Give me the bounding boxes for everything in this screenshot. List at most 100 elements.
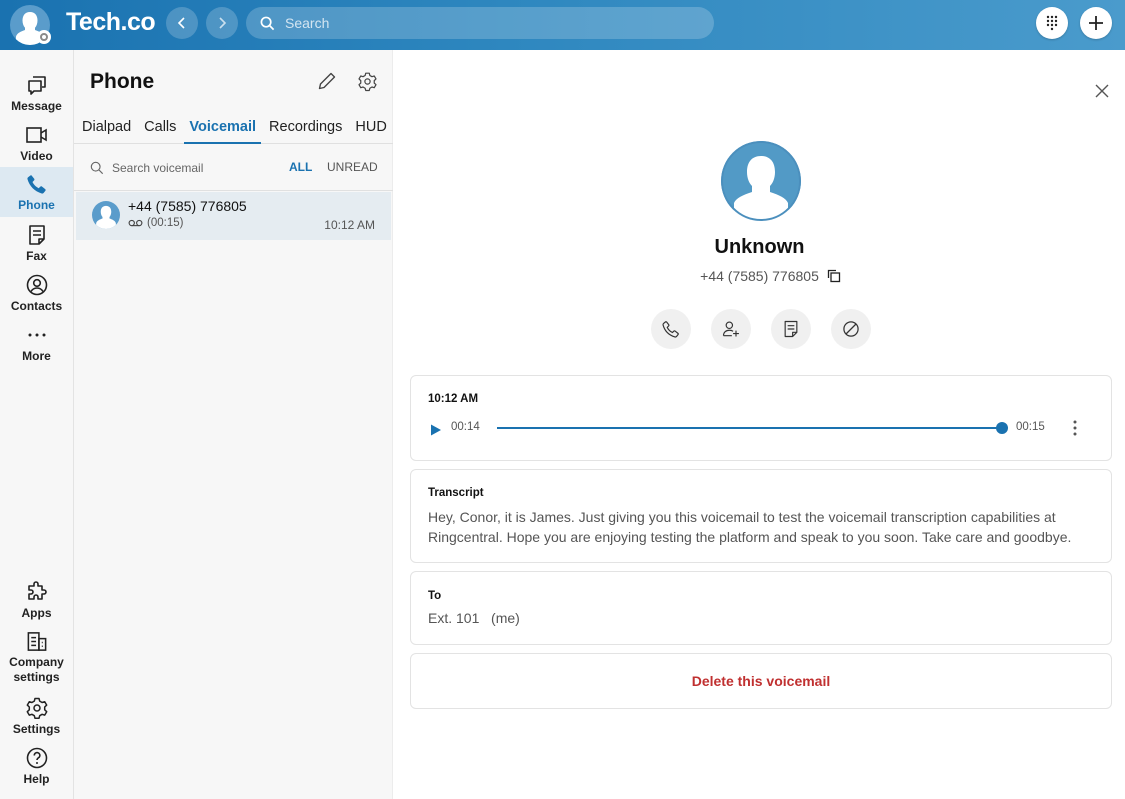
tab-voicemail[interactable]: Voicemail: [184, 114, 262, 144]
help-icon: [26, 747, 47, 769]
more-icon: [28, 333, 45, 337]
forward-button[interactable]: [206, 7, 238, 39]
caller-avatar: [92, 201, 120, 229]
delete-voicemail-button[interactable]: Delete this voicemail: [411, 654, 1111, 708]
recipient-value: Ext. 101 (me): [428, 610, 520, 626]
tab-recordings[interactable]: Recordings: [264, 114, 347, 144]
recipient-label: To: [428, 590, 442, 602]
nav-item-company-settings[interactable]: Company settings: [0, 625, 73, 685]
building-icon: [27, 632, 46, 651]
tab-hud[interactable]: HUD: [350, 114, 391, 144]
voicemail-timestamp: 10:12 AM: [428, 393, 479, 405]
pencil-icon: [318, 72, 336, 90]
add-contact-icon: [722, 321, 739, 337]
fax-icon: [28, 225, 45, 245]
user-silhouette-icon: [95, 205, 117, 229]
left-navigation: Message Video Phone Fax Contacts More Ap…: [0, 50, 74, 799]
nav-label: Contacts: [10, 299, 63, 313]
dialpad-icon: [1046, 15, 1058, 31]
contact-actions: [651, 309, 871, 349]
nav-item-apps[interactable]: Apps: [0, 575, 73, 625]
nav-item-contacts[interactable]: Contacts: [0, 268, 73, 318]
block-button[interactable]: [831, 309, 871, 349]
nav-item-fax[interactable]: Fax: [0, 218, 73, 268]
recipient-card: To Ext. 101 (me): [410, 571, 1112, 645]
tab-calls[interactable]: Calls: [139, 114, 181, 144]
nav-label: Apps: [21, 606, 52, 620]
contact-number-row: +44 (7585) 776805: [394, 268, 1125, 284]
call-button[interactable]: [651, 309, 691, 349]
nav-item-help[interactable]: Help: [0, 741, 73, 791]
message-icon: [27, 76, 46, 95]
nav-item-settings[interactable]: Settings: [0, 691, 73, 741]
user-silhouette-icon: [721, 141, 801, 221]
nav-label: Message: [11, 99, 62, 113]
copy-icon[interactable]: [827, 269, 841, 283]
add-contact-button[interactable]: [711, 309, 751, 349]
nav-item-message[interactable]: Message: [0, 68, 73, 118]
nav-item-video[interactable]: Video: [0, 118, 73, 168]
nav-item-more[interactable]: More: [0, 318, 73, 368]
transcript-card: Transcript Hey, Conor, it is James. Just…: [410, 469, 1112, 563]
voicemail-caller-number: +44 (7585) 776805: [128, 198, 247, 214]
nav-label: Settings: [12, 722, 61, 736]
top-bar: Tech.co: [0, 0, 1125, 50]
close-button[interactable]: [1091, 80, 1113, 102]
video-icon: [25, 127, 47, 143]
compose-button[interactable]: [313, 67, 341, 95]
transcript-text: Hey, Conor, it is James. Just giving you…: [428, 509, 1072, 545]
contact-avatar: [721, 141, 801, 221]
voicemail-detail: Unknown +44 (7585) 776805 10:12 AM 00:14…: [394, 50, 1125, 799]
search-icon: [90, 161, 104, 174]
new-action-button[interactable]: [1080, 7, 1112, 39]
voicemail-time: 10:12 AM: [324, 218, 375, 232]
phone-pane: Phone Dialpad Calls Voicemail Recordings…: [74, 50, 393, 799]
more-vertical-icon[interactable]: [1073, 420, 1077, 436]
nav-label: Phone: [18, 198, 55, 212]
global-search[interactable]: [246, 7, 714, 39]
dialpad-button[interactable]: [1036, 7, 1068, 39]
play-icon[interactable]: [430, 424, 442, 436]
voicemail-icon: [128, 219, 143, 227]
plus-icon: [1089, 16, 1103, 30]
contact-number: +44 (7585) 776805: [700, 268, 819, 284]
global-search-input[interactable]: [285, 15, 685, 31]
puzzle-icon: [27, 581, 47, 600]
filter-all[interactable]: ALL: [289, 160, 312, 174]
brand-name: Tech.co: [66, 8, 156, 36]
contact-name: Unknown: [714, 236, 805, 258]
close-icon: [1095, 84, 1109, 98]
voicemail-search-input[interactable]: [112, 160, 272, 175]
chevron-left-icon: [177, 17, 185, 29]
delete-card: Delete this voicemail: [410, 653, 1112, 709]
back-button[interactable]: [166, 7, 198, 39]
nav-label: Fax: [26, 249, 47, 263]
voicemail-list-item[interactable]: +44 (7585) 776805 (00:15) 10:12 AM: [76, 192, 391, 240]
nav-label: Help: [23, 772, 50, 786]
voicemail-player-card: 10:12 AM 00:14 00:15: [410, 375, 1112, 461]
fax-icon: [784, 320, 798, 338]
send-fax-button[interactable]: [771, 309, 811, 349]
gear-icon: [357, 72, 377, 91]
phone-icon: [26, 175, 46, 194]
gear-icon: [26, 697, 47, 720]
current-time: 00:14: [451, 421, 480, 433]
progress-thumb[interactable]: [996, 422, 1008, 434]
tab-dialpad[interactable]: Dialpad: [77, 114, 136, 144]
block-icon: [843, 321, 859, 337]
total-time: 00:15: [1016, 421, 1045, 433]
nav-label: More: [22, 349, 51, 363]
duration-text: (00:15): [147, 217, 184, 229]
nav-label: Video: [20, 149, 53, 163]
nav-label: Company settings: [9, 655, 64, 684]
pane-title: Phone: [90, 70, 155, 93]
filter-unread[interactable]: UNREAD: [327, 160, 378, 174]
transcript-label: Transcript: [428, 487, 484, 499]
phone-settings-button[interactable]: [353, 67, 381, 95]
search-icon: [260, 16, 275, 30]
nav-item-phone[interactable]: Phone: [0, 167, 73, 217]
progress-track[interactable]: [497, 427, 1002, 429]
phone-icon: [662, 321, 679, 338]
voicemail-duration: (00:15): [128, 217, 183, 229]
phone-tabs: Dialpad Calls Voicemail Recordings HUD: [74, 114, 393, 144]
